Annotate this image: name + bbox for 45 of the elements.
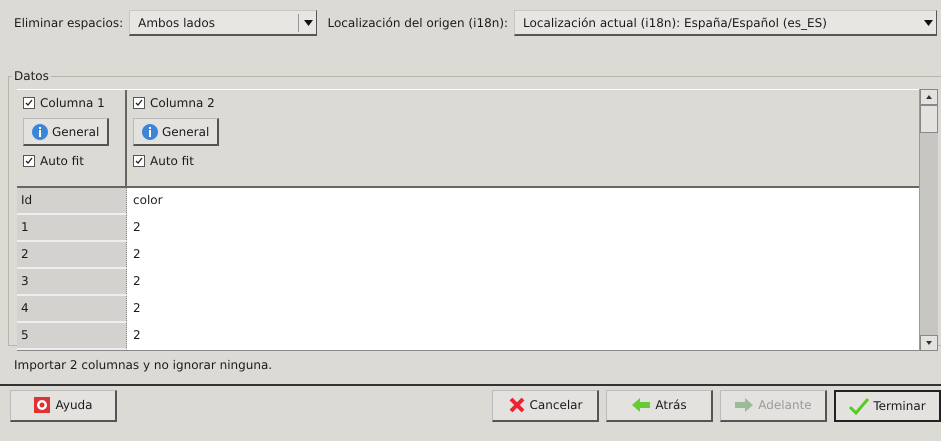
arrow-right-icon: [734, 397, 754, 413]
table-cell: 5: [17, 323, 127, 350]
cancel-button[interactable]: Cancelar: [492, 390, 599, 422]
table-cell: 2: [127, 242, 919, 269]
dropdown-arrow-icon: [924, 20, 933, 26]
autofit-label: Auto fit: [40, 154, 84, 168]
back-button[interactable]: Atrás: [606, 390, 713, 422]
table-cell: 3: [17, 269, 127, 296]
table-cell: 2: [127, 296, 919, 323]
table-cell: 2: [127, 323, 919, 350]
dropdown[interactable]: Localización actual (i18n): España/Español (es_ES): [514, 10, 937, 36]
field-label: Eliminar espacios:: [14, 16, 124, 30]
scroll-thumb[interactable]: [920, 105, 938, 133]
table-cell: 2: [17, 242, 127, 269]
info-icon: [142, 124, 158, 140]
arrow-left-icon: [631, 397, 652, 413]
checkbox[interactable]: [23, 155, 35, 167]
table-cell: Id: [17, 188, 127, 215]
dropdown-arrow-icon: [304, 20, 314, 26]
autofit-label: Auto fit: [150, 154, 194, 168]
table-cell: 4: [17, 296, 127, 323]
lifebuoy-icon: [33, 396, 52, 414]
format-button[interactable]: General: [133, 118, 220, 146]
scroll-up-icon[interactable]: [926, 95, 932, 99]
format-button[interactable]: General: [23, 118, 110, 146]
status-text: Importar 2 columnas y no ignorar ninguna.: [13, 357, 274, 374]
table-cell: color: [127, 188, 919, 215]
help-button[interactable]: Ayuda: [10, 390, 117, 422]
info-icon: [32, 124, 48, 140]
finish-button[interactable]: Terminar: [834, 390, 941, 422]
scroll-down-icon[interactable]: [926, 341, 932, 345]
table-cell: 2: [127, 215, 919, 242]
checkbox[interactable]: [133, 97, 145, 109]
checkmark-icon: [849, 396, 870, 414]
frame-title: Datos: [12, 69, 51, 83]
field-label: Localización del origen (i18n):: [327, 16, 508, 30]
checkbox[interactable]: [23, 97, 35, 109]
column-label: Columna 1: [40, 96, 105, 110]
column-label: Columna 2: [150, 96, 215, 110]
checkbox[interactable]: [133, 155, 145, 167]
close-icon: [508, 396, 526, 414]
table-cell: 2: [127, 269, 919, 296]
table-cell: 1: [17, 215, 127, 242]
scrollbar[interactable]: [919, 89, 938, 351]
dropdown[interactable]: Ambos lados: [129, 10, 318, 36]
